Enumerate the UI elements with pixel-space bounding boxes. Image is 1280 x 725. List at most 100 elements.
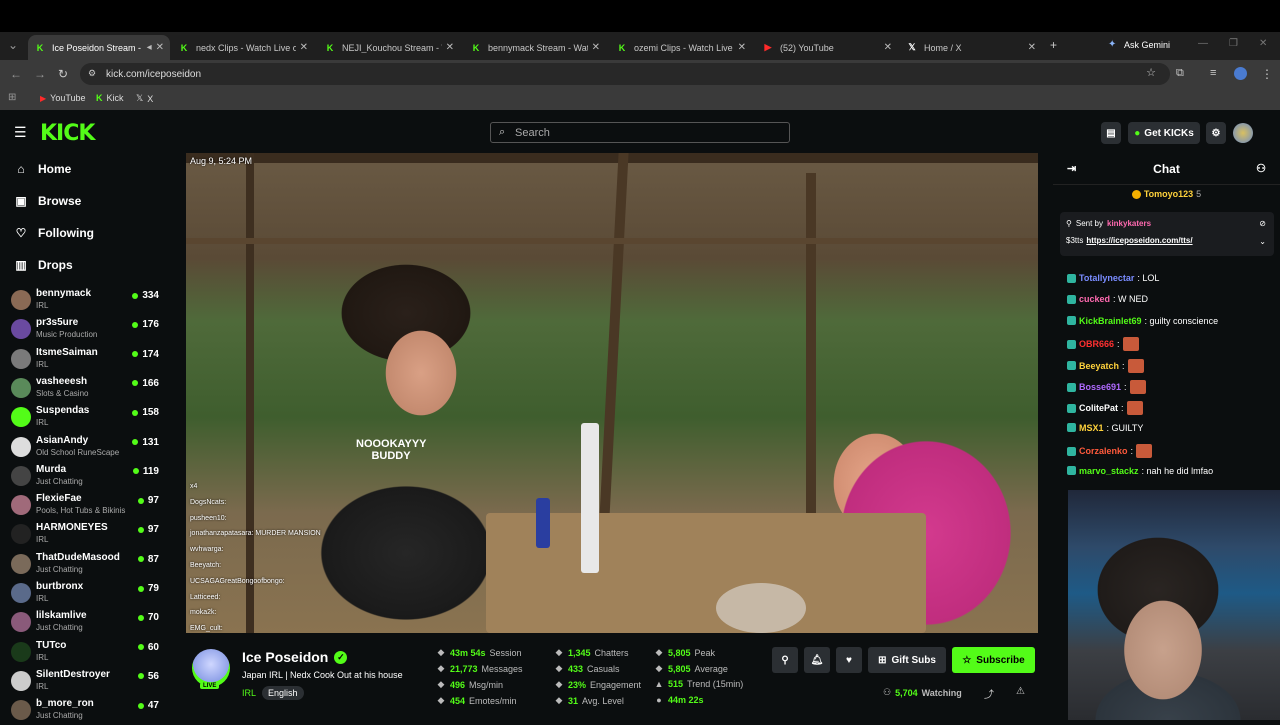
chat-message[interactable]: cucked: W NED: [1067, 294, 1148, 304]
bookmark-kick[interactable]: K Kick: [96, 93, 124, 103]
streamer-avatar[interactable]: [192, 649, 230, 687]
search-input[interactable]: ⌕ Search: [490, 122, 790, 143]
video-player[interactable]: NOOOKAYYY BUDDY Aug 9, 5:24 PM x4 DogsNca…: [186, 153, 1038, 633]
hamburger-menu-icon[interactable]: ☰: [14, 124, 27, 141]
bookmark-star-icon[interactable]: ☆: [1146, 66, 1156, 79]
browser-tab[interactable]: ▶ (52) YouTube ✕: [756, 35, 898, 60]
close-tab-icon[interactable]: ✕: [592, 42, 600, 53]
chat-username[interactable]: cucked: [1079, 294, 1110, 304]
maximize-icon[interactable]: ❐: [1229, 38, 1238, 49]
chat-users-icon[interactable]: ⚇: [1256, 162, 1266, 175]
apps-grid-icon[interactable]: ⊞: [8, 92, 16, 103]
chat-message[interactable]: Totallynectar: LOL: [1067, 273, 1159, 283]
ask-gemini-button[interactable]: Ask Gemini: [1124, 40, 1170, 50]
tab-search-icon[interactable]: ⌄: [8, 38, 18, 52]
extensions-icon[interactable]: ⧉: [1176, 67, 1184, 80]
close-tab-icon[interactable]: ✕: [300, 42, 308, 53]
language-tag[interactable]: English: [262, 686, 304, 700]
chat-username[interactable]: Corzalenko: [1079, 446, 1128, 456]
chat-message[interactable]: MSX1: GUILTY: [1067, 423, 1143, 433]
site-info-icon[interactable]: ⚙: [88, 68, 96, 79]
speaker-icon[interactable]: ◂: [147, 42, 152, 53]
sidebar-channel[interactable]: FlexieFae Pools, Hot Tubs & Bikinis 97: [11, 492, 161, 520]
report-icon[interactable]: ⚠: [1016, 686, 1025, 697]
share-icon[interactable]: ⤴: [984, 686, 994, 701]
sidebar-channel[interactable]: b_more_ron Just Chatting 47: [11, 697, 161, 725]
chat-username[interactable]: OBR666: [1079, 339, 1114, 349]
live-dot-icon: [132, 468, 139, 475]
chat-username[interactable]: marvo_stackz: [1079, 466, 1139, 476]
sidebar-channel[interactable]: Suspendas IRL 158: [11, 404, 161, 432]
sidebar-channel[interactable]: bennymack IRL 334: [11, 287, 161, 315]
chat-username[interactable]: KickBrainlet69: [1079, 316, 1142, 326]
forward-icon[interactable]: →: [34, 67, 46, 81]
sidebar-channel[interactable]: Murda Just Chatting 119: [11, 463, 161, 491]
chat-username[interactable]: Bosse691: [1079, 382, 1121, 392]
layout-icon[interactable]: ▤: [1101, 122, 1121, 144]
sidebar-channel[interactable]: lilskamlive Just Chatting 70: [11, 609, 161, 637]
settings-gear-icon[interactable]: ⚙: [1206, 122, 1226, 144]
sidebar-channel[interactable]: SilentDestroyer IRL 56: [11, 668, 161, 696]
browser-tab[interactable]: K NEJI_Kouchou Stream - Wa ✕: [318, 35, 460, 60]
menu-icon[interactable]: ⋮: [1261, 67, 1273, 81]
chat-username[interactable]: MSX1: [1079, 423, 1104, 433]
sidebar-channel[interactable]: ThatDudeMasood Just Chatting 87: [11, 551, 161, 579]
sidebar-channel[interactable]: pr3s5ure Music Production 176: [11, 316, 161, 344]
minimize-icon[interactable]: —: [1198, 38, 1208, 49]
collapse-chat-icon[interactable]: ⇥: [1067, 162, 1076, 175]
pin-icon[interactable]: ⚲: [772, 647, 798, 673]
chat-username[interactable]: Beeyatch: [1079, 361, 1119, 371]
bookmark-x[interactable]: 𝕏 X: [136, 93, 153, 104]
sidebar-channel[interactable]: AsianAndy Old School RuneScape 131: [11, 434, 161, 462]
url-field[interactable]: ⚙ kick.com/iceposeidon ☆: [80, 63, 1170, 85]
close-tab-icon[interactable]: ✕: [1028, 42, 1036, 53]
pinned-link[interactable]: https://iceposeidon.com/tts/: [1086, 236, 1192, 245]
profile-avatar[interactable]: [1234, 67, 1247, 80]
sidebar-channel[interactable]: ItsmeSaiman IRL 174: [11, 346, 161, 374]
close-tab-icon[interactable]: ✕: [446, 42, 454, 53]
bookmark-youtube[interactable]: ▶ YouTube: [40, 93, 86, 103]
user-avatar[interactable]: [1233, 123, 1253, 143]
new-tab-icon[interactable]: +: [1050, 38, 1057, 52]
media-icon[interactable]: ≡: [1210, 67, 1216, 79]
pinned-message[interactable]: ⚲ Sent by kinkykaters $3tts https://icep…: [1060, 212, 1274, 256]
nav-browse[interactable]: ▣ Browse: [14, 194, 81, 208]
heart-follow-icon[interactable]: ♥: [836, 647, 862, 673]
subscribe-button[interactable]: ☆ Subscribe: [952, 647, 1035, 673]
expand-chevron-icon[interactable]: ⌄: [1259, 237, 1266, 246]
close-tab-icon[interactable]: ✕: [738, 42, 746, 53]
bell-icon[interactable]: 🔔︎: [804, 647, 830, 673]
browser-tab[interactable]: K Ice Poseidon Stream - V ◂ ✕: [28, 35, 170, 60]
get-kicks-button[interactable]: ● Get KICKs: [1128, 122, 1200, 144]
stream-category[interactable]: IRL: [242, 688, 256, 698]
browser-tab[interactable]: K ozemi Clips - Watch Live o ✕: [610, 35, 752, 60]
close-window-icon[interactable]: ✕: [1259, 38, 1267, 49]
sidebar-channel[interactable]: HARMONEYES IRL 97: [11, 521, 161, 549]
nav-following[interactable]: ♡ Following: [14, 226, 94, 240]
chat-username[interactable]: ColitePat: [1079, 403, 1118, 413]
chat-message[interactable]: KickBrainlet69: guilty conscience: [1067, 316, 1218, 326]
chat-message[interactable]: ColitePat:: [1067, 401, 1143, 416]
streamer-name[interactable]: Ice Poseidon ✓: [242, 649, 348, 665]
sidebar-channel[interactable]: burtbronx IRL 79: [11, 580, 161, 608]
nav-home[interactable]: ⌂ Home: [14, 162, 71, 176]
browser-tab[interactable]: K bennymack Stream - Watch ✕: [464, 35, 606, 60]
chat-message[interactable]: Corzalenko:: [1067, 444, 1153, 459]
browser-tab[interactable]: 𝕏 Home / X ✕: [900, 35, 1042, 60]
reload-icon[interactable]: ↻: [58, 67, 68, 81]
sidebar-channel[interactable]: TUTco IRL 60: [11, 639, 161, 667]
chat-message[interactable]: Bosse691:: [1067, 380, 1146, 394]
chat-message[interactable]: marvo_stackz: nah he did lmfao: [1067, 466, 1213, 476]
nav-drops[interactable]: ▥ Drops: [14, 258, 72, 272]
kick-logo[interactable]: KICK: [40, 121, 95, 146]
chat-username[interactable]: Totallynectar: [1079, 273, 1134, 283]
browser-tab[interactable]: K nedx Clips - Watch Live on ✕: [172, 35, 314, 60]
unpin-icon[interactable]: ⊘: [1259, 219, 1266, 228]
close-tab-icon[interactable]: ✕: [884, 42, 892, 53]
chat-message[interactable]: Beeyatch:: [1067, 358, 1144, 373]
gift-subs-button[interactable]: ⊞ Gift Subs: [868, 647, 946, 673]
chat-message[interactable]: OBR666:: [1067, 337, 1139, 352]
close-tab-icon[interactable]: ✕: [156, 42, 164, 53]
sidebar-channel[interactable]: vasheeesh Slots & Casino 166: [11, 375, 161, 403]
back-icon[interactable]: ←: [10, 67, 22, 81]
